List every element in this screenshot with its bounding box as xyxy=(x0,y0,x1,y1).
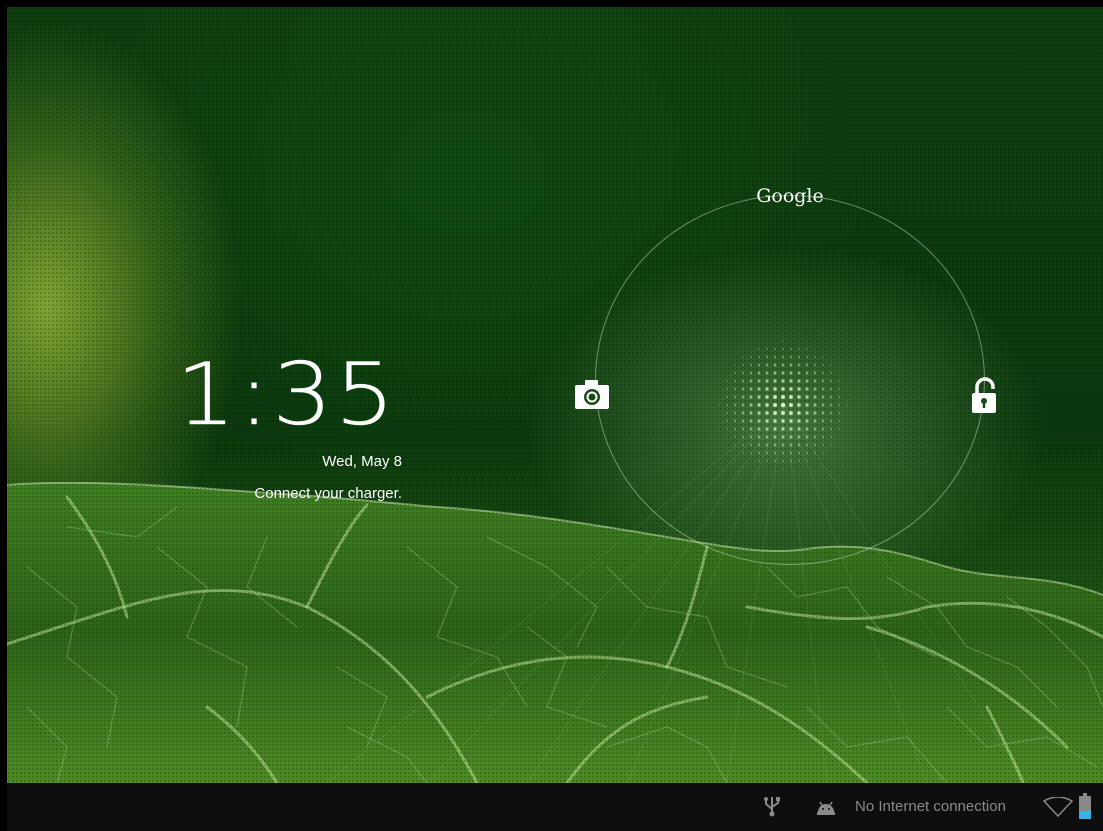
unlock-icon xyxy=(972,377,996,413)
clock-time: 1:35 xyxy=(175,345,397,445)
lock-handle[interactable] xyxy=(713,335,853,475)
charger-message: Connect your charger. xyxy=(254,485,402,502)
lock-handle-dots-icon xyxy=(718,340,848,470)
unlock-target[interactable] xyxy=(969,377,1001,415)
usb-icon xyxy=(763,795,781,817)
wifi-icon xyxy=(1042,796,1074,818)
google-search-target[interactable]: Google xyxy=(735,185,845,207)
network-status-text: No Internet connection xyxy=(855,798,1006,815)
status-bar: No Internet connection xyxy=(7,783,1103,831)
battery-icon xyxy=(1079,793,1091,819)
date-label: Wed, May 8 xyxy=(322,453,402,470)
camera-icon xyxy=(575,380,609,409)
lock-screen: 1:35 Wed, May 8 Connect your charger. Go… xyxy=(7,7,1103,831)
android-icon xyxy=(815,799,837,815)
camera-target[interactable] xyxy=(573,377,611,411)
